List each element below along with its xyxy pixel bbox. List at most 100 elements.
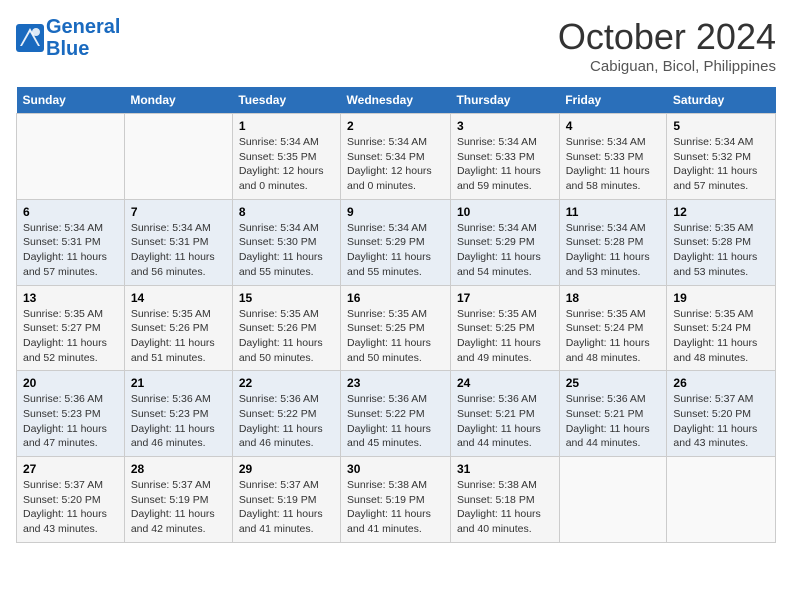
weekday-monday: Monday — [124, 87, 232, 114]
calendar-cell: 6 Sunrise: 5:34 AM Sunset: 5:31 PM Daylig… — [17, 199, 125, 285]
title-block: October 2024 Cabiguan, Bicol, Philippine… — [558, 16, 776, 75]
day-detail: Sunrise: 5:35 AM Sunset: 5:28 PM Dayligh… — [673, 221, 769, 280]
day-detail: Sunrise: 5:34 AM Sunset: 5:29 PM Dayligh… — [347, 221, 444, 280]
day-number: 26 — [673, 376, 769, 390]
calendar-cell: 24Sunrise: 5:36 AM Sunset: 5:21 PM Dayli… — [450, 371, 559, 457]
calendar-cell: 28 Sunrise: 5:37 AM Sunset: 5:19 PM Dayli… — [124, 457, 232, 543]
day-detail: Sunrise: 5:34 AM Sunset: 5:34 PM Dayligh… — [347, 135, 444, 194]
location-subtitle: Cabiguan, Bicol, Philippines — [558, 58, 776, 75]
day-detail: Sunrise: 5:36 AM Sunset: 5:22 PM Dayligh… — [239, 392, 334, 451]
calendar-cell: 20Sunrise: 5:36 AM Sunset: 5:23 PM Dayli… — [17, 371, 125, 457]
weekday-header-row: SundayMondayTuesdayWednesdayThursdayFrid… — [17, 87, 776, 114]
day-number: 18 — [566, 291, 661, 305]
calendar-cell: 26 Sunrise: 5:37 AM Sunset: 5:20 PM Dayli… — [667, 371, 776, 457]
day-detail: Sunrise: 5:34 AM Sunset: 5:33 PM Dayligh… — [566, 135, 661, 194]
day-number: 5 — [673, 119, 769, 133]
week-row-1: 1 Sunrise: 5:34 AM Sunset: 5:35 PM Daylig… — [17, 114, 776, 200]
weekday-sunday: Sunday — [17, 87, 125, 114]
day-number: 23 — [347, 376, 444, 390]
day-detail: Sunrise: 5:37 AM Sunset: 5:20 PM Dayligh… — [673, 392, 769, 451]
day-detail: Sunrise: 5:36 AM Sunset: 5:23 PM Dayligh… — [23, 392, 118, 451]
calendar-cell: 8 Sunrise: 5:34 AM Sunset: 5:30 PM Daylig… — [232, 199, 340, 285]
calendar-cell: 29 Sunrise: 5:37 AM Sunset: 5:19 PM Dayli… — [232, 457, 340, 543]
day-number: 22 — [239, 376, 334, 390]
calendar-cell: 3 Sunrise: 5:34 AM Sunset: 5:33 PM Daylig… — [450, 114, 559, 200]
day-number: 21 — [131, 376, 226, 390]
calendar-cell — [124, 114, 232, 200]
day-detail: Sunrise: 5:37 AM Sunset: 5:19 PM Dayligh… — [131, 478, 226, 537]
day-detail: Sunrise: 5:37 AM Sunset: 5:19 PM Dayligh… — [239, 478, 334, 537]
day-number: 19 — [673, 291, 769, 305]
day-number: 30 — [347, 462, 444, 476]
day-detail: Sunrise: 5:34 AM Sunset: 5:28 PM Dayligh… — [566, 221, 661, 280]
day-number: 29 — [239, 462, 334, 476]
calendar-cell: 10 Sunrise: 5:34 AM Sunset: 5:29 PM Dayli… — [450, 199, 559, 285]
day-detail: Sunrise: 5:36 AM Sunset: 5:22 PM Dayligh… — [347, 392, 444, 451]
logo-text: General Blue — [46, 16, 120, 60]
day-detail: Sunrise: 5:35 AM Sunset: 5:26 PM Dayligh… — [239, 307, 334, 366]
day-number: 3 — [457, 119, 553, 133]
week-row-3: 13 Sunrise: 5:35 AM Sunset: 5:27 PM Dayli… — [17, 285, 776, 371]
day-detail: Sunrise: 5:36 AM Sunset: 5:21 PM Dayligh… — [566, 392, 661, 451]
calendar-cell: 30Sunrise: 5:38 AM Sunset: 5:19 PM Dayli… — [341, 457, 451, 543]
weekday-wednesday: Wednesday — [341, 87, 451, 114]
day-detail: Sunrise: 5:36 AM Sunset: 5:23 PM Dayligh… — [131, 392, 226, 451]
calendar-cell: 19Sunrise: 5:35 AM Sunset: 5:24 PM Dayli… — [667, 285, 776, 371]
calendar-cell: 27 Sunrise: 5:37 AM Sunset: 5:20 PM Dayli… — [17, 457, 125, 543]
week-row-5: 27 Sunrise: 5:37 AM Sunset: 5:20 PM Dayli… — [17, 457, 776, 543]
calendar-cell: 23 Sunrise: 5:36 AM Sunset: 5:22 PM Dayli… — [341, 371, 451, 457]
day-number: 1 — [239, 119, 334, 133]
day-number: 9 — [347, 205, 444, 219]
day-number: 16 — [347, 291, 444, 305]
page-header: General Blue October 2024 Cabiguan, Bico… — [16, 16, 776, 75]
day-detail: Sunrise: 5:34 AM Sunset: 5:35 PM Dayligh… — [239, 135, 334, 194]
day-number: 13 — [23, 291, 118, 305]
logo-icon — [16, 24, 44, 52]
day-detail: Sunrise: 5:36 AM Sunset: 5:21 PM Dayligh… — [457, 392, 553, 451]
day-detail: Sunrise: 5:35 AM Sunset: 5:25 PM Dayligh… — [347, 307, 444, 366]
day-number: 6 — [23, 205, 118, 219]
day-detail: Sunrise: 5:35 AM Sunset: 5:25 PM Dayligh… — [457, 307, 553, 366]
calendar-body: 1 Sunrise: 5:34 AM Sunset: 5:35 PM Daylig… — [17, 114, 776, 543]
calendar-cell: 25 Sunrise: 5:36 AM Sunset: 5:21 PM Dayli… — [559, 371, 667, 457]
calendar-cell: 14Sunrise: 5:35 AM Sunset: 5:26 PM Dayli… — [124, 285, 232, 371]
day-detail: Sunrise: 5:35 AM Sunset: 5:27 PM Dayligh… — [23, 307, 118, 366]
day-number: 27 — [23, 462, 118, 476]
day-number: 25 — [566, 376, 661, 390]
calendar-cell — [667, 457, 776, 543]
day-number: 8 — [239, 205, 334, 219]
calendar-cell: 22 Sunrise: 5:36 AM Sunset: 5:22 PM Dayli… — [232, 371, 340, 457]
day-detail: Sunrise: 5:37 AM Sunset: 5:20 PM Dayligh… — [23, 478, 118, 537]
day-number: 10 — [457, 205, 553, 219]
week-row-2: 6 Sunrise: 5:34 AM Sunset: 5:31 PM Daylig… — [17, 199, 776, 285]
calendar-cell: 15 Sunrise: 5:35 AM Sunset: 5:26 PM Dayli… — [232, 285, 340, 371]
weekday-saturday: Saturday — [667, 87, 776, 114]
day-detail: Sunrise: 5:34 AM Sunset: 5:29 PM Dayligh… — [457, 221, 553, 280]
day-number: 15 — [239, 291, 334, 305]
day-detail: Sunrise: 5:34 AM Sunset: 5:32 PM Dayligh… — [673, 135, 769, 194]
calendar-cell: 2 Sunrise: 5:34 AM Sunset: 5:34 PM Daylig… — [341, 114, 451, 200]
weekday-thursday: Thursday — [450, 87, 559, 114]
day-detail: Sunrise: 5:35 AM Sunset: 5:24 PM Dayligh… — [566, 307, 661, 366]
logo: General Blue — [16, 16, 120, 60]
day-detail: Sunrise: 5:34 AM Sunset: 5:31 PM Dayligh… — [23, 221, 118, 280]
day-number: 14 — [131, 291, 226, 305]
calendar-cell: 1 Sunrise: 5:34 AM Sunset: 5:35 PM Daylig… — [232, 114, 340, 200]
day-number: 2 — [347, 119, 444, 133]
calendar-cell — [559, 457, 667, 543]
calendar-cell: 12Sunrise: 5:35 AM Sunset: 5:28 PM Dayli… — [667, 199, 776, 285]
day-detail: Sunrise: 5:34 AM Sunset: 5:31 PM Dayligh… — [131, 221, 226, 280]
calendar-cell: 16 Sunrise: 5:35 AM Sunset: 5:25 PM Dayli… — [341, 285, 451, 371]
day-number: 28 — [131, 462, 226, 476]
day-number: 7 — [131, 205, 226, 219]
day-detail: Sunrise: 5:34 AM Sunset: 5:30 PM Dayligh… — [239, 221, 334, 280]
calendar-cell: 7 Sunrise: 5:34 AM Sunset: 5:31 PM Daylig… — [124, 199, 232, 285]
day-detail: Sunrise: 5:38 AM Sunset: 5:18 PM Dayligh… — [457, 478, 553, 537]
calendar-cell: 17Sunrise: 5:35 AM Sunset: 5:25 PM Dayli… — [450, 285, 559, 371]
day-number: 31 — [457, 462, 553, 476]
week-row-4: 20Sunrise: 5:36 AM Sunset: 5:23 PM Dayli… — [17, 371, 776, 457]
day-number: 11 — [566, 205, 661, 219]
day-detail: Sunrise: 5:34 AM Sunset: 5:33 PM Dayligh… — [457, 135, 553, 194]
calendar-table: SundayMondayTuesdayWednesdayThursdayFrid… — [16, 87, 776, 543]
calendar-cell: 11 Sunrise: 5:34 AM Sunset: 5:28 PM Dayli… — [559, 199, 667, 285]
